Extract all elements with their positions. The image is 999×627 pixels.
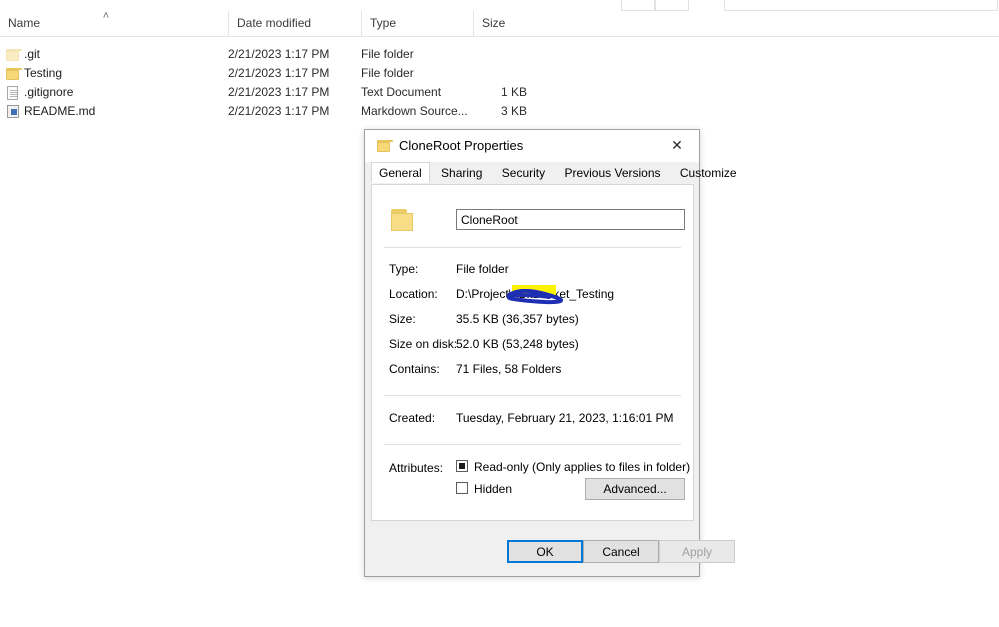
file-list: Name ˄ Date modified Type Size .git 2/21… [0, 10, 999, 121]
file-size: 1 KB [500, 85, 527, 99]
text-document-icon [6, 86, 20, 100]
file-date-modified: 2/21/2023 1:17 PM [228, 104, 330, 118]
tab-security[interactable]: Security [494, 162, 553, 183]
property-row-created: Created: Tuesday, February 21, 2023, 1:1… [372, 406, 693, 431]
property-label: Created: [389, 411, 436, 425]
property-label: Size on disk: [389, 337, 458, 351]
property-value: D:\Project\ \BitBucket_Testing [456, 282, 777, 307]
property-row-contains: Contains: 71 Files, 58 Folders [372, 357, 693, 382]
file-size [473, 64, 527, 83]
column-header-row: Name ˄ Date modified Type Size [0, 10, 999, 37]
dialog-content-panel: Type: File folder Location: D:\Project\ … [371, 184, 694, 521]
search-box-remnant [724, 0, 998, 11]
column-header-size[interactable]: Size [473, 11, 543, 36]
attribute-row-read-only: Attributes: Read-only (Only applies to f… [372, 456, 693, 478]
read-only-label: Read-only (Only applies to files in fold… [474, 460, 691, 474]
ok-button[interactable]: OK [507, 540, 583, 563]
advanced-button[interactable]: Advanced... [585, 478, 685, 500]
folder-icon [6, 48, 22, 62]
property-row-location: Location: D:\Project\ \BitBucket_Testing [372, 282, 693, 307]
tab-general[interactable]: General [371, 162, 430, 183]
property-value: 71 Files, 58 Folders [456, 362, 562, 376]
column-header-name[interactable]: Name [0, 11, 228, 36]
toolbar-button-remnant [655, 0, 689, 11]
property-row-size-on-disk: Size on disk: 52.0 KB (53,248 bytes) [372, 332, 693, 357]
property-row-type: Type: File folder [372, 257, 693, 282]
cancel-button[interactable]: Cancel [583, 540, 659, 563]
table-row[interactable]: Testing 2/21/2023 1:17 PM File folder [0, 64, 999, 83]
file-size: 3 KB [500, 104, 527, 118]
file-name: .git [24, 47, 41, 61]
table-row[interactable]: .git 2/21/2023 1:17 PM File folder [0, 45, 999, 64]
property-label: Contains: [389, 362, 440, 376]
file-type: Text Document [361, 85, 442, 99]
apply-button: Apply [659, 540, 735, 563]
tab-customize[interactable]: Customize [672, 162, 745, 183]
markdown-file-icon [6, 105, 20, 119]
properties-dialog: CloneRoot Properties ✕ General Sharing S… [364, 129, 737, 577]
folder-name-row [372, 199, 693, 247]
tab-sharing[interactable]: Sharing [433, 162, 490, 183]
file-date-modified: 2/21/2023 1:17 PM [228, 66, 330, 80]
file-name: .gitignore [24, 85, 74, 99]
tab-strip: General Sharing Security Previous Versio… [371, 162, 737, 185]
attribute-row-hidden: Hidden Advanced... [372, 478, 693, 500]
file-type: File folder [361, 66, 414, 80]
folder-icon [6, 67, 22, 81]
sort-ascending-icon: ˄ [102, 10, 110, 22]
dialog-footer: OK Cancel Apply [365, 523, 735, 576]
read-only-checkbox[interactable] [456, 460, 468, 472]
folder-icon [391, 209, 417, 233]
property-label: Type: [389, 262, 419, 276]
file-type: Markdown Source... [361, 104, 468, 118]
property-label: Location: [389, 287, 438, 301]
folder-icon [377, 139, 393, 153]
property-value: 52.0 KB (53,248 bytes) [456, 337, 579, 351]
file-date-modified: 2/21/2023 1:17 PM [228, 85, 330, 99]
location-path-text: D:\Project\ \BitBucket_Testing [456, 287, 615, 301]
file-size [473, 45, 527, 64]
close-icon[interactable]: ✕ [655, 130, 699, 161]
property-label: Size: [389, 312, 416, 326]
column-header-type[interactable]: Type [361, 11, 473, 36]
tab-previous-versions[interactable]: Previous Versions [556, 162, 668, 183]
property-value: Tuesday, February 21, 2023, 1:16:01 PM [456, 411, 674, 425]
toolbar-remnant [0, 0, 999, 11]
property-value: 35.5 KB (36,357 bytes) [456, 312, 579, 326]
folder-name-input[interactable] [456, 209, 685, 230]
property-value: File folder [456, 262, 509, 276]
column-header-date-modified[interactable]: Date modified [228, 11, 361, 36]
file-type: File folder [361, 47, 414, 61]
table-row[interactable]: .gitignore 2/21/2023 1:17 PM Text Docume… [0, 83, 999, 102]
table-row[interactable]: README.md 2/21/2023 1:17 PM Markdown Sou… [0, 102, 999, 121]
property-row-size: Size: 35.5 KB (36,357 bytes) [372, 307, 693, 332]
file-name: Testing [24, 66, 63, 80]
hidden-checkbox[interactable] [456, 482, 468, 494]
toolbar-button-remnant [621, 0, 655, 11]
hidden-label: Hidden [474, 482, 513, 496]
file-name: README.md [24, 104, 96, 118]
dialog-title: CloneRoot Properties [399, 138, 524, 153]
dialog-titlebar: CloneRoot Properties ✕ [365, 130, 699, 162]
file-date-modified: 2/21/2023 1:17 PM [228, 47, 330, 61]
